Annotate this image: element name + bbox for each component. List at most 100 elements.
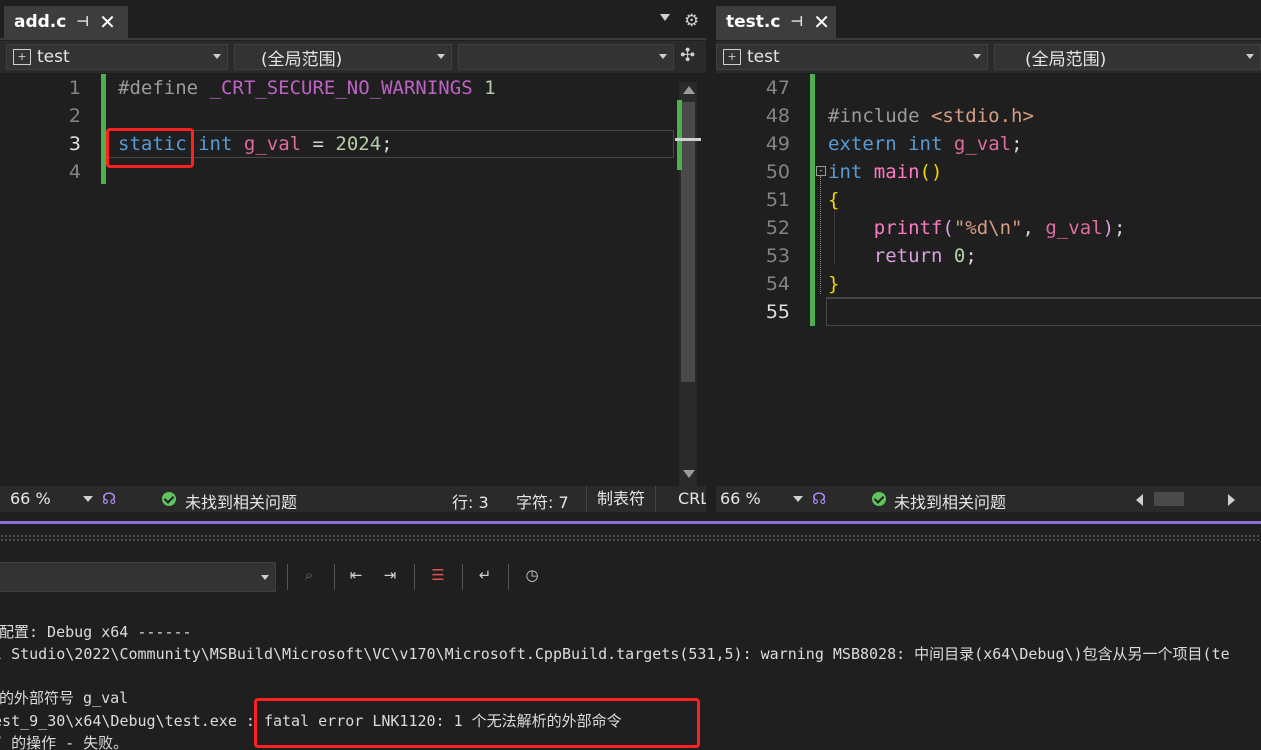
issues-text[interactable]: 未找到相关问题 bbox=[894, 489, 1006, 513]
output-line: t” 的操作 - 失败。 bbox=[0, 734, 129, 750]
project-name: test bbox=[747, 47, 780, 67]
code-line-50: int main() bbox=[828, 161, 943, 183]
scroll-up-icon[interactable] bbox=[683, 86, 695, 94]
line-number: 2 bbox=[68, 105, 81, 127]
code-health-icon[interactable]: ☊ bbox=[812, 489, 826, 508]
chevron-down-icon[interactable] bbox=[660, 14, 670, 21]
ok-check-icon bbox=[162, 492, 176, 506]
split-icon[interactable]: ✣ bbox=[680, 45, 695, 66]
toolbar-separator bbox=[508, 564, 509, 590]
line-number: 47 bbox=[765, 77, 790, 99]
collapse-icon[interactable]: - bbox=[816, 166, 826, 176]
scope-combo[interactable]: (全局范围) bbox=[994, 44, 1261, 70]
output-source-dropdown[interactable] bbox=[0, 562, 276, 592]
line-number: 4 bbox=[68, 161, 81, 183]
tab-title: add.c bbox=[14, 12, 67, 32]
highlight-box-fatal-error bbox=[254, 698, 700, 748]
file-plus-icon: + bbox=[723, 49, 741, 65]
ok-check-icon bbox=[872, 492, 886, 506]
highlight-box-static bbox=[106, 128, 194, 168]
line-number: 49 bbox=[765, 133, 790, 155]
right-nav-bar: + test (全局范围) bbox=[716, 41, 1261, 73]
clear-all-icon[interactable]: ☰ bbox=[427, 566, 449, 588]
tab-title: test.c bbox=[726, 12, 781, 32]
project-combo[interactable]: + test bbox=[716, 44, 988, 70]
current-line-highlight bbox=[826, 298, 1261, 326]
line-highlight-54 bbox=[826, 270, 1261, 298]
scroll-right-icon[interactable] bbox=[1228, 494, 1235, 506]
zoom-level[interactable]: 66 % bbox=[10, 489, 51, 508]
chevron-down-icon bbox=[659, 54, 667, 59]
number: 1 bbox=[484, 77, 496, 99]
line-number: 48 bbox=[765, 105, 790, 127]
scroll-left-icon[interactable] bbox=[1136, 494, 1143, 506]
output-line: 析的外部符号 g_val bbox=[0, 689, 129, 707]
member-combo[interactable] bbox=[458, 44, 674, 70]
panel-grip[interactable] bbox=[0, 534, 1261, 542]
go-to-previous-message-icon[interactable]: ⇤ bbox=[345, 566, 367, 588]
line-number: 52 bbox=[765, 217, 790, 239]
scope-label: (全局范围) bbox=[261, 49, 343, 70]
line-number: 1 bbox=[68, 77, 81, 99]
close-icon[interactable]: ✕ bbox=[813, 10, 830, 34]
project-combo[interactable]: + test bbox=[6, 44, 228, 70]
close-icon[interactable]: ✕ bbox=[99, 10, 116, 34]
scope-label: (全局范围) bbox=[1025, 49, 1107, 70]
line-number: 53 bbox=[765, 245, 790, 267]
left-nav-bar: + test (全局范围) ✣ bbox=[0, 41, 706, 73]
scroll-thumb[interactable] bbox=[681, 102, 695, 382]
chevron-down-icon[interactable] bbox=[83, 496, 93, 502]
output-line: al Studio\2022\Community\MSBuild\Microso… bbox=[0, 645, 1230, 663]
tab-underline bbox=[0, 38, 706, 40]
kw-define: #define bbox=[118, 77, 199, 99]
output-line: 已配置: Debug x64 ------ bbox=[0, 623, 192, 641]
change-marker bbox=[677, 100, 682, 170]
chevron-down-icon bbox=[437, 54, 445, 59]
go-to-next-message-icon[interactable]: ⇥ bbox=[379, 566, 401, 588]
pin-icon[interactable]: ⊣ bbox=[790, 14, 803, 30]
macro-name: _CRT_SECURE_NO_WARNINGS bbox=[209, 77, 473, 99]
chevron-down-icon[interactable] bbox=[793, 496, 803, 502]
horizontal-scroll-thumb[interactable] bbox=[1154, 492, 1184, 506]
pin-icon[interactable]: ⊣ bbox=[76, 14, 89, 30]
change-bar bbox=[810, 74, 815, 326]
code-line-52: printf("%d\n", g_val); bbox=[873, 217, 1126, 239]
toolbar-separator bbox=[287, 564, 288, 590]
vertical-scrollbar[interactable] bbox=[675, 82, 701, 486]
word-wrap-icon[interactable]: ↵ bbox=[474, 566, 496, 588]
scroll-down-icon[interactable] bbox=[683, 470, 695, 478]
row-indicator[interactable]: 行: 3 bbox=[452, 489, 489, 513]
change-bar bbox=[101, 74, 106, 184]
col-indicator[interactable]: 字符: 7 bbox=[516, 489, 569, 513]
line-number: 51 bbox=[765, 189, 790, 211]
scope-combo[interactable]: (全局范围) bbox=[234, 44, 452, 70]
left-status-bar: 66 % ☊ 未找到相关问题 行: 3 字符: 7 制表符 CRL bbox=[0, 486, 706, 512]
caret-marker bbox=[675, 138, 701, 141]
project-name: test bbox=[37, 47, 70, 67]
gear-icon[interactable]: ⚙ bbox=[684, 11, 699, 31]
chevron-down-icon bbox=[1246, 54, 1254, 59]
tabs-indicator[interactable]: 制表符 bbox=[586, 486, 657, 512]
panel-accent-line bbox=[0, 521, 1261, 524]
issues-text[interactable]: 未找到相关问题 bbox=[185, 489, 297, 513]
outline-guide bbox=[820, 176, 822, 294]
find-in-output-icon[interactable]: ⌕ bbox=[298, 566, 320, 588]
code-line-53: return 0; bbox=[873, 245, 977, 267]
output-toolbar bbox=[0, 556, 1261, 598]
eol-indicator[interactable]: CRL bbox=[678, 489, 706, 508]
zoom-level[interactable]: 66 % bbox=[720, 489, 761, 508]
code-line-51: { bbox=[828, 189, 840, 211]
tab-test-c[interactable]: test.c ⊣ ✕ bbox=[716, 6, 836, 38]
right-editor[interactable]: 47 48 49 50 51 52 53 54 55 - #include <s… bbox=[716, 74, 1261, 486]
code-line-48: #include <stdio.h> bbox=[828, 105, 1034, 127]
clock-icon[interactable]: ◷ bbox=[521, 566, 543, 588]
code-health-icon[interactable]: ☊ bbox=[102, 489, 116, 508]
right-status-bar: 66 % ☊ 未找到相关问题 bbox=[716, 486, 1261, 512]
pane-divider[interactable] bbox=[706, 0, 716, 514]
tab-underline bbox=[716, 38, 1261, 40]
line-number: 3 bbox=[68, 133, 81, 155]
code-line-1: #define _CRT_SECURE_NO_WARNINGS 1 bbox=[118, 77, 496, 99]
tab-add-c[interactable]: add.c ⊣ ✕ bbox=[4, 6, 128, 38]
line-number: 55 bbox=[765, 301, 790, 323]
toolbar-separator bbox=[334, 564, 335, 590]
